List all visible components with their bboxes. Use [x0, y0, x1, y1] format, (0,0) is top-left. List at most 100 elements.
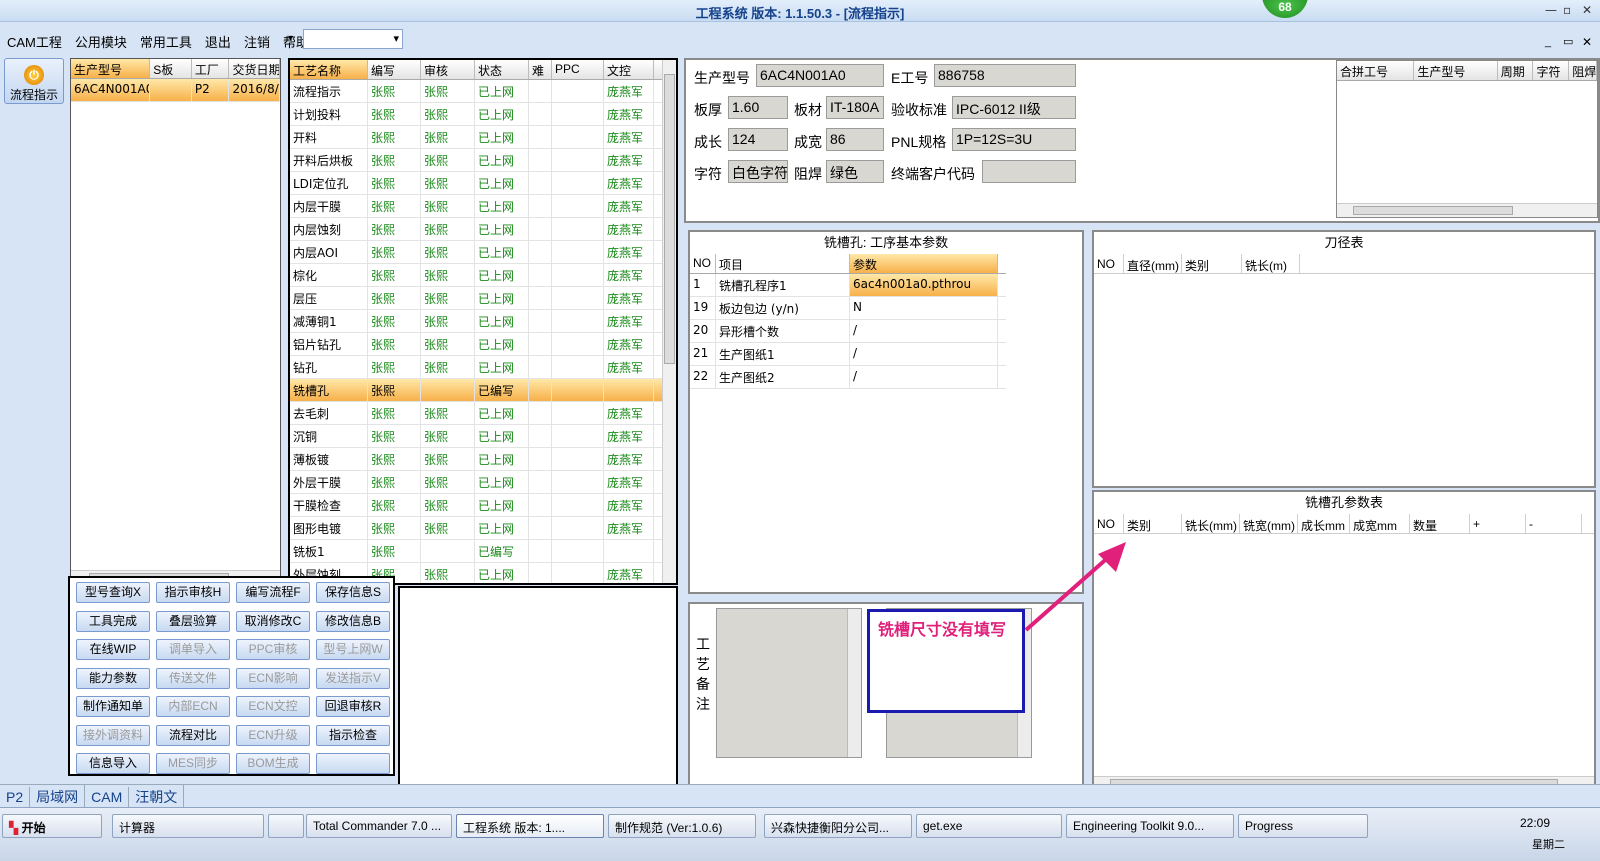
action-button[interactable]: 编写流程F	[236, 582, 310, 603]
action-button[interactable]: 制作通知单	[76, 696, 150, 717]
slot-col-header[interactable]: 铣宽(mm)	[1240, 514, 1298, 533]
slot-col-header[interactable]: NO	[1094, 514, 1124, 533]
orders-col-header[interactable]: S板	[150, 59, 192, 78]
close-button[interactable]: ✕	[1582, 3, 1592, 17]
table-row[interactable]: 钻孔 张熙 张熙 已上网 庞燕军	[290, 356, 676, 379]
action-button[interactable]: BOM生成	[236, 753, 310, 774]
status-item[interactable]: 汪朝文	[129, 785, 185, 809]
slot-col-header[interactable]: 成宽mm	[1350, 514, 1410, 533]
action-button[interactable]: 信息导入	[76, 753, 150, 774]
width-field[interactable]: 86	[826, 128, 884, 151]
action-button[interactable]: 型号查询X	[76, 582, 150, 603]
merge-col-header[interactable]: 生产型号	[1414, 61, 1498, 80]
taskbar-item[interactable]: Engineering Toolkit 9.0...	[1066, 814, 1234, 838]
action-button[interactable]: 在线WIP	[76, 639, 150, 660]
param-row[interactable]: 19 板边包边 (y/n) N	[690, 297, 1006, 320]
table-row[interactable]: 沉铜 张熙 张熙 已上网 庞燕军	[290, 425, 676, 448]
maximize-button[interactable]: ▫	[1563, 3, 1571, 17]
menu-item[interactable]: CAM工程	[0, 28, 68, 51]
table-row[interactable]: 开料 张熙 张熙 已上网 庞燕军	[290, 126, 676, 149]
params-col-header[interactable]: NO	[690, 254, 716, 273]
action-button[interactable]: ECN影响	[236, 667, 310, 689]
table-row[interactable]: 内层干膜 张熙 张熙 已上网 庞燕军	[290, 195, 676, 218]
action-button[interactable]: 发送指示V	[316, 667, 390, 689]
process-col-header[interactable]: 编写	[368, 60, 421, 79]
table-row[interactable]: 6AC4N001A0 P2 2016/8/	[71, 79, 280, 102]
table-row[interactable]: 开料后烘板 张熙 张熙 已上网 庞燕军	[290, 149, 676, 172]
slot-col-header[interactable]: 类别	[1124, 514, 1182, 533]
pnl-field[interactable]: 1P=12S=3U	[952, 128, 1076, 151]
process-col-header[interactable]: 难	[529, 60, 552, 79]
table-row[interactable]: 铝片钻孔 张熙 张熙 已上网 庞燕军	[290, 333, 676, 356]
taskbar-item[interactable]: 工程系统 版本: 1....	[456, 814, 604, 838]
process-col-header[interactable]: 审核	[421, 60, 475, 79]
action-button[interactable]: ECN文控	[236, 696, 310, 717]
char-field[interactable]: 白色字符	[728, 160, 788, 183]
material-field[interactable]: IT-180A	[826, 96, 884, 119]
action-button[interactable]: 接外调资料	[76, 724, 150, 746]
mask-field[interactable]: 绿色	[826, 160, 884, 183]
action-button[interactable]: 指示审核H	[156, 582, 230, 603]
action-button[interactable]: 工具完成	[76, 610, 150, 632]
status-item[interactable]: CAM	[85, 787, 130, 807]
table-row[interactable]: 层压 张熙 张熙 已上网 庞燕军	[290, 287, 676, 310]
mdi-close-button[interactable]: ✕	[1582, 35, 1592, 49]
table-row[interactable]: 铣槽孔 张熙 已编写	[290, 379, 676, 402]
action-button[interactable]: 传送文件	[156, 667, 230, 689]
status-item[interactable]: P2	[0, 787, 31, 807]
action-button[interactable]: 流程对比	[156, 724, 230, 746]
action-button[interactable]: 内部ECN	[156, 696, 230, 717]
merge-col-header[interactable]: 阻焊	[1569, 61, 1597, 80]
standard-field[interactable]: IPC-6012 II级	[952, 96, 1076, 119]
model-field[interactable]: 6AC4N001A0	[756, 64, 884, 87]
orders-col-header[interactable]: 工厂	[192, 59, 230, 78]
merge-col-header[interactable]: 合拼工号	[1337, 61, 1415, 80]
param-row[interactable]: 21 生产图纸1/	[690, 343, 1006, 366]
table-row[interactable]: 内层AOI 张熙 张熙 已上网 庞燕军	[290, 241, 676, 264]
process-col-header[interactable]: PPC	[552, 60, 604, 79]
table-row[interactable]: 棕化 张熙 张熙 已上网 庞燕军	[290, 264, 676, 287]
mdi-minimize-button[interactable]: _	[1545, 36, 1551, 48]
status-item[interactable]: 局域网	[30, 785, 86, 809]
action-button[interactable]: 回退审核R	[316, 696, 390, 717]
orders-col-header[interactable]: 交货日期	[229, 59, 280, 78]
params-col-header[interactable]: 参数	[850, 254, 998, 273]
action-button[interactable]: MES同步	[156, 753, 230, 774]
slot-col-header[interactable]: -	[1526, 514, 1582, 533]
table-row[interactable]: 图形电镀 张熙 张熙 已上网 庞燕军	[290, 517, 676, 540]
menu-dropdown-arrow[interactable]: ▾	[288, 33, 293, 44]
taskbar-item[interactable]: 计算器	[112, 814, 264, 838]
tools-col-header[interactable]: NO	[1094, 254, 1124, 273]
taskbar-item[interactable]	[268, 814, 304, 838]
table-row[interactable]: 流程指示 张熙 张熙 已上网 庞燕军	[290, 80, 676, 103]
process-col-header[interactable]: 文控	[604, 60, 654, 79]
action-button[interactable]: 调单导入	[156, 639, 230, 660]
mdi-restore-button[interactable]: ▭	[1563, 35, 1573, 48]
menu-item[interactable]: 常用工具	[133, 28, 198, 51]
tools-col-header[interactable]: 直径(mm)	[1124, 254, 1182, 273]
notes-textarea[interactable]	[716, 608, 862, 758]
start-button[interactable]: ▚ 开始	[2, 814, 102, 838]
param-row[interactable]: 20 异形槽个数 /	[690, 320, 1006, 343]
action-button[interactable]: 指示检查	[316, 724, 390, 746]
minimize-button[interactable]: —	[1545, 3, 1557, 17]
taskbar-item[interactable]: 制作规范 (Ver:1.0.6)	[608, 814, 756, 838]
process-vscrollbar[interactable]	[662, 60, 676, 583]
table-row[interactable]: 内层蚀刻 张熙 张熙 已上网 庞燕军	[290, 218, 676, 241]
slot-col-header[interactable]: +	[1470, 514, 1526, 533]
table-row[interactable]: 铣板1 张熙 已编写	[290, 540, 676, 563]
table-row[interactable]: LDI定位孔 张熙 张熙 已上网 庞燕军	[290, 172, 676, 195]
table-row[interactable]: 减薄铜1 张熙 张熙 已上网 庞燕军	[290, 310, 676, 333]
param-row[interactable]: 1 铣槽孔程序1 6ac4n001a0.pthrou	[690, 274, 1006, 297]
table-row[interactable]: 去毛刺 张熙 张熙 已上网 庞燕军	[290, 402, 676, 425]
tools-col-header[interactable]: 铣长(m)	[1242, 254, 1300, 273]
eno-field[interactable]: 886758	[934, 64, 1076, 87]
merge-col-header[interactable]: 周期	[1498, 61, 1534, 80]
taskbar-item[interactable]: Total Commander 7.0 ...	[306, 814, 452, 838]
process-col-header[interactable]: 工艺名称	[290, 60, 368, 79]
action-button[interactable]: PPC审核	[236, 639, 310, 660]
slot-col-header[interactable]: 数量	[1410, 514, 1470, 533]
action-button[interactable]: 叠层验算	[156, 610, 230, 632]
merge-col-header[interactable]: 字符	[1533, 61, 1570, 80]
param-row[interactable]: 22 生产图纸2/	[690, 366, 1006, 389]
